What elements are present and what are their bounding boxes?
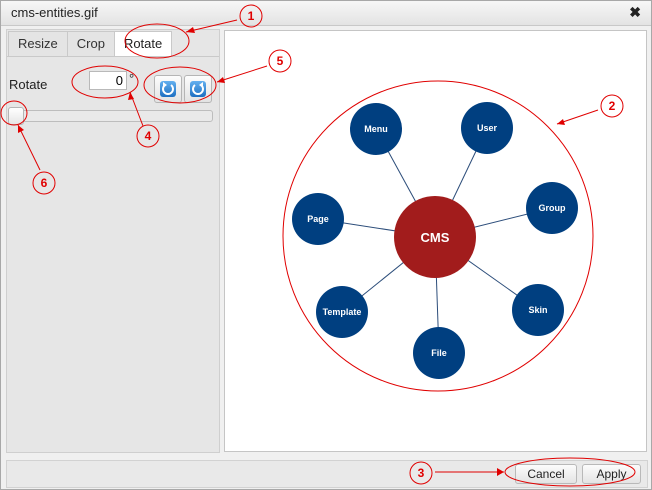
tab-crop[interactable]: Crop [66,31,115,56]
degree-symbol: ° [129,71,135,86]
image-editor-dialog: cms-entities.gif ✖ Resize Crop Rotate Ro… [0,0,652,490]
label-page: Page [307,214,329,224]
title-bar: cms-entities.gif ✖ [1,1,651,26]
rotate-slider[interactable] [8,107,213,125]
rotate-degrees-input[interactable] [89,71,127,90]
label-template: Template [323,307,362,317]
label-cms: CMS [421,230,450,245]
tab-rotate[interactable]: Rotate [113,31,173,56]
label-file: File [431,348,447,358]
dialog-footer: Cancel Apply [6,460,648,488]
rotate-label: Rotate [9,77,48,92]
rotate-left-icon [160,81,176,97]
window-title: cms-entities.gif [11,5,98,20]
cms-diagram: Menu User Group Skin File Template Page … [282,80,594,392]
apply-button[interactable]: Apply [582,464,641,484]
label-menu: Menu [364,124,388,134]
tab-resize[interactable]: Resize [8,31,68,56]
rotate-right-icon [190,81,206,97]
label-skin: Skin [528,305,547,315]
tab-bar: Resize Crop Rotate [8,31,173,56]
tools-panel: Resize Crop Rotate Rotate ° [6,29,220,453]
slider-handle[interactable] [8,107,24,125]
label-group: Group [539,203,566,213]
image-preview: Menu User Group Skin File Template Page … [224,30,647,452]
close-icon[interactable]: ✖ [629,4,641,21]
rotate-left-button[interactable] [154,75,182,103]
tab-divider [7,56,219,57]
rotate-right-button[interactable] [184,75,212,103]
cancel-button[interactable]: Cancel [515,464,577,484]
label-user: User [477,123,498,133]
